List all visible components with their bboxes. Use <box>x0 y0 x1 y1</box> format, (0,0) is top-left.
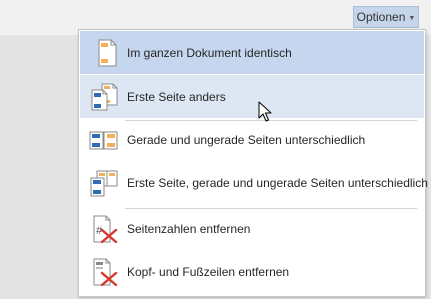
options-dropdown-button[interactable]: Optionen ▼ <box>353 6 419 28</box>
menu-item-label: Kopf- und Fußzeilen entfernen <box>127 264 290 279</box>
remove-page-number-icon: # <box>93 215 118 243</box>
menu-item-remove-page-numbers[interactable]: # Seitenzahlen entfernen <box>80 207 424 250</box>
menu-item-label: Erste Seite anders <box>127 89 226 104</box>
mouse-pointer-icon <box>258 101 272 122</box>
options-dropdown-menu: Im ganzen Dokument identisch Erste Seite… <box>78 29 428 297</box>
different-first-page-icon <box>91 83 118 111</box>
menu-item-label: Erste Seite, gerade und ungerade Seiten … <box>127 175 428 190</box>
menu-item-label: Gerade und ungerade Seiten unterschiedli… <box>127 132 366 147</box>
menu-item-remove-header-footer[interactable]: Kopf- und Fußzeilen entfernen <box>80 250 424 293</box>
menu-item-different-odd-even[interactable]: Gerade und ungerade Seiten unterschiedli… <box>80 118 424 161</box>
menu-item-different-first[interactable]: Erste Seite anders <box>80 75 424 118</box>
remove-header-footer-icon <box>93 258 118 286</box>
document-background <box>0 35 78 299</box>
menu-item-different-first-odd-even[interactable]: Erste Seite, gerade und ungerade Seiten … <box>80 161 428 204</box>
first-odd-even-pages-icon <box>90 170 118 197</box>
single-page-icon <box>98 39 117 67</box>
menu-item-label: Im ganzen Dokument identisch <box>127 45 292 60</box>
menu-item-label: Seitenzahlen entfernen <box>127 221 251 236</box>
chevron-down-icon: ▼ <box>408 14 416 22</box>
odd-even-pages-icon <box>89 131 118 150</box>
menu-item-same-document[interactable]: Im ganzen Dokument identisch <box>80 31 424 74</box>
options-label: Optionen <box>356 10 406 24</box>
